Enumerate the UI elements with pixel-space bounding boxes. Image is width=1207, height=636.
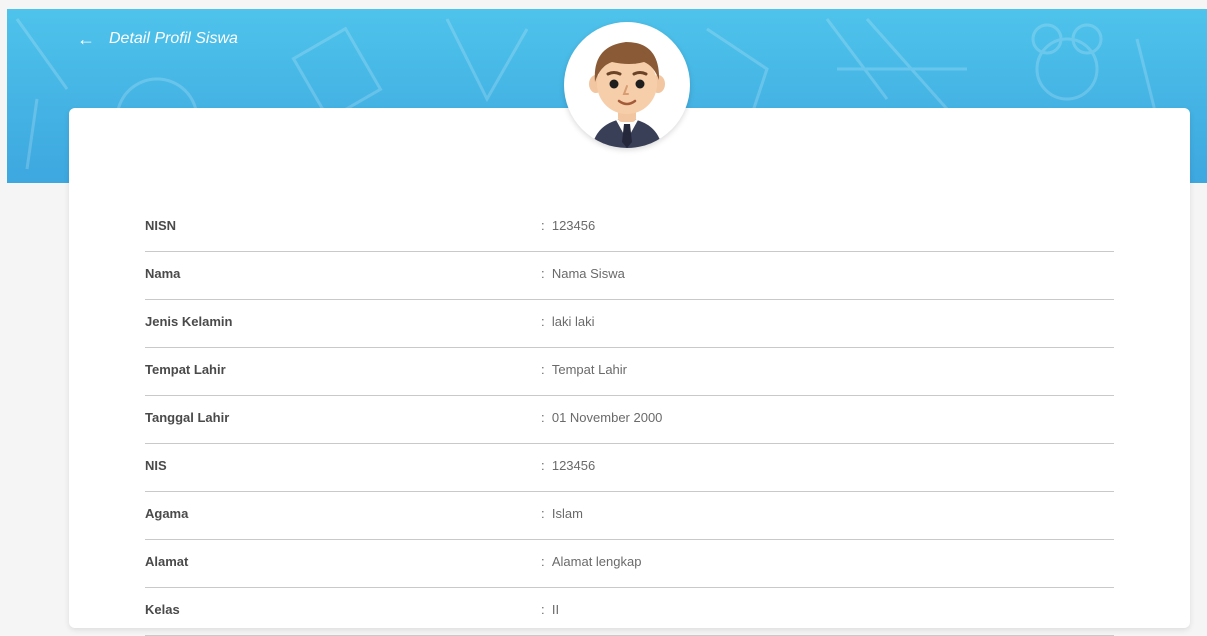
field-row-kelas: Kelas II xyxy=(145,588,1114,636)
field-label: Tanggal Lahir xyxy=(145,410,230,425)
field-row-nama: Nama Nama Siswa xyxy=(145,252,1114,300)
profile-details: NISN 123456 Nama Nama Siswa Jenis Kelami… xyxy=(145,204,1114,636)
field-value: 01 November 2000 xyxy=(541,410,663,425)
field-value: II xyxy=(541,602,559,617)
field-label: Tempat Lahir xyxy=(145,362,226,377)
field-label: NIS xyxy=(145,458,167,473)
field-value: Nama Siswa xyxy=(541,266,625,281)
field-row-nis: NIS 123456 xyxy=(145,444,1114,492)
field-value: Tempat Lahir xyxy=(541,362,627,377)
field-row-nisn: NISN 123456 xyxy=(145,204,1114,252)
field-value: 123456 xyxy=(541,458,595,473)
field-row-jenis-kelamin: Jenis Kelamin laki laki xyxy=(145,300,1114,348)
field-value: 123456 xyxy=(541,218,595,233)
field-value: Alamat lengkap xyxy=(541,554,642,569)
field-label: Alamat xyxy=(145,554,189,569)
field-row-tanggal-lahir: Tanggal Lahir 01 November 2000 xyxy=(145,396,1114,444)
arrow-left-icon[interactable]: ← xyxy=(77,30,95,48)
field-row-agama: Agama Islam xyxy=(145,492,1114,540)
field-label: Kelas xyxy=(145,602,180,617)
field-value: Islam xyxy=(541,506,583,521)
field-label: Nama xyxy=(145,266,181,281)
field-label: NISN xyxy=(145,218,177,233)
field-label: Agama xyxy=(145,506,189,521)
page-title: Detail Profil Siswa xyxy=(109,30,238,47)
male-student-avatar-icon xyxy=(589,42,665,148)
field-value: laki laki xyxy=(541,314,595,329)
back-button[interactable]: ← Detail Profil Siswa xyxy=(77,27,238,51)
avatar xyxy=(564,22,690,148)
field-label: Jenis Kelamin xyxy=(145,314,233,329)
field-row-tempat-lahir: Tempat Lahir Tempat Lahir xyxy=(145,348,1114,396)
field-row-alamat: Alamat Alamat lengkap xyxy=(145,540,1114,588)
